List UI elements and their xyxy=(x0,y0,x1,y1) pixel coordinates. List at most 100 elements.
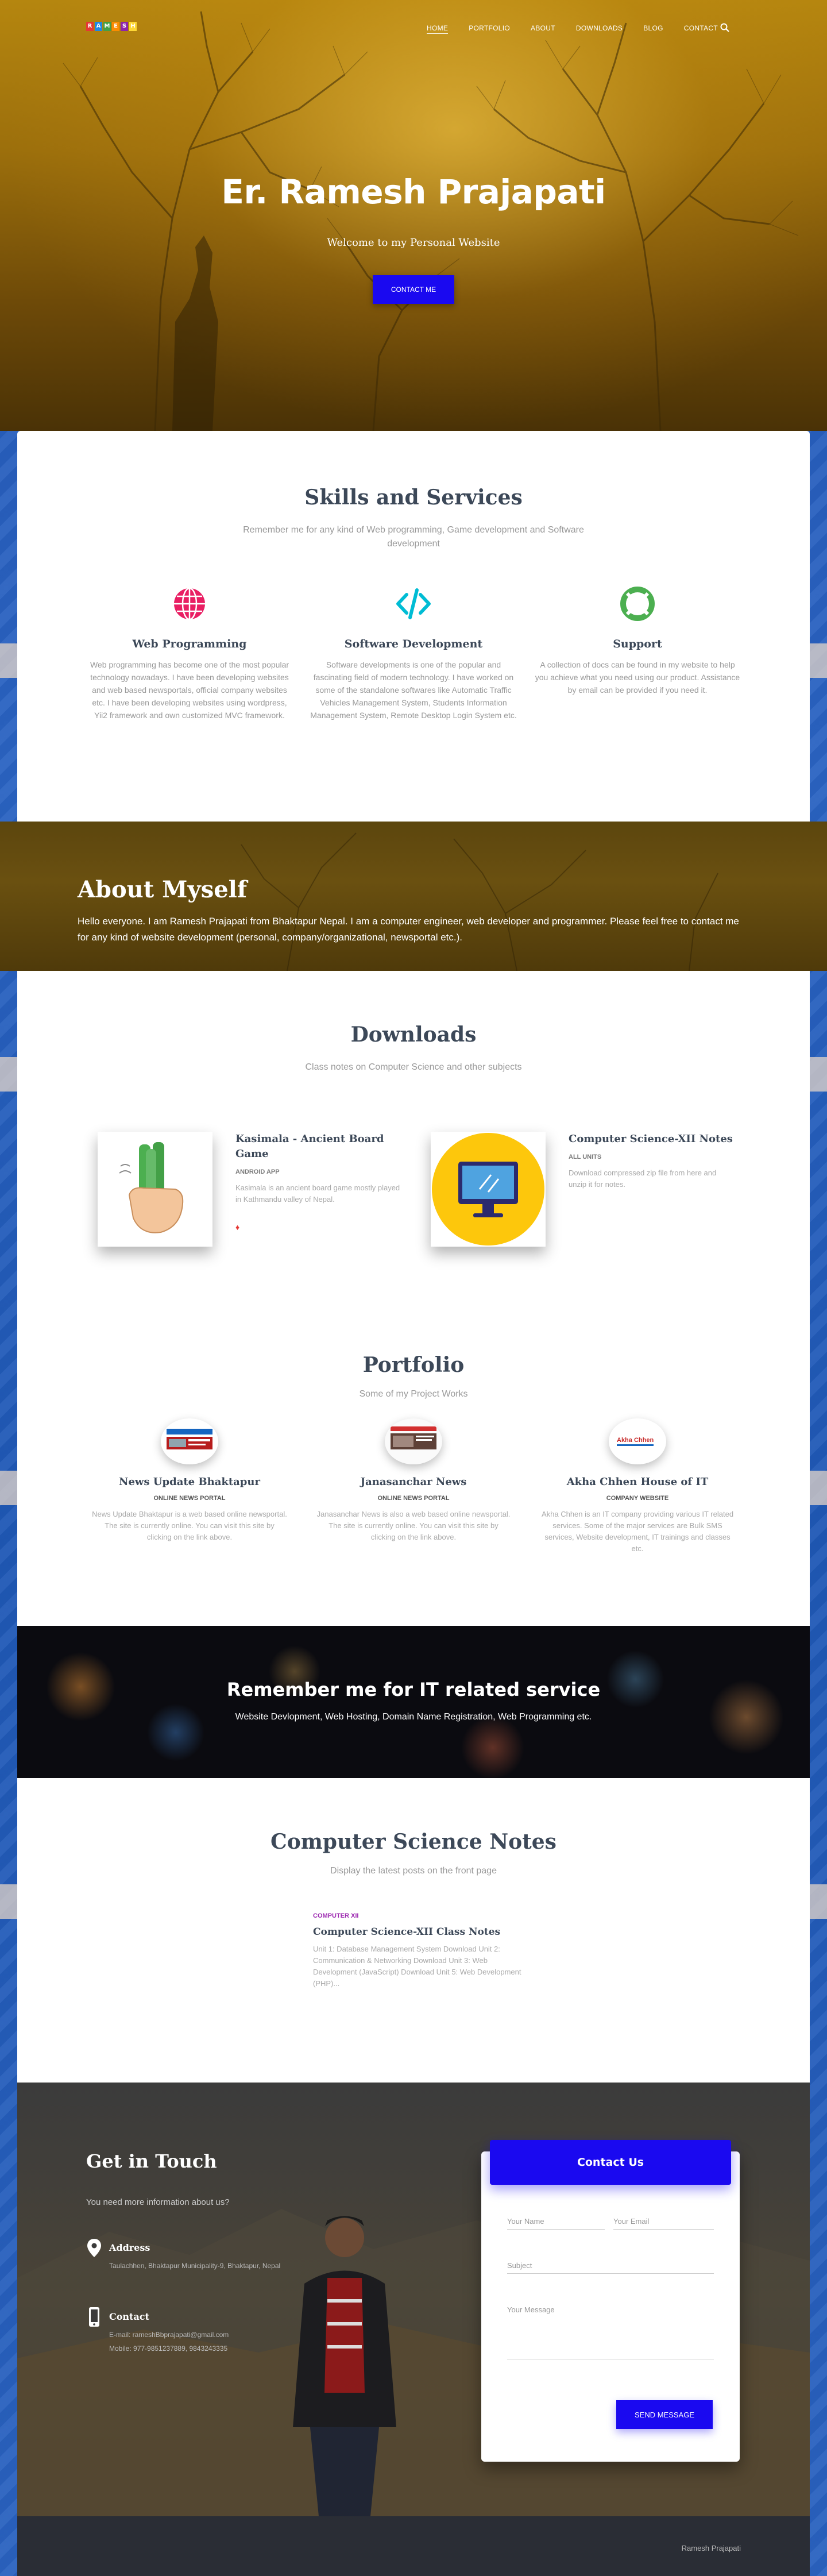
skill-item: Web Programming Web programming has beco… xyxy=(86,585,293,722)
message-field[interactable] xyxy=(507,2302,714,2359)
portfolio-category: Company Website xyxy=(606,1495,669,1502)
portfolio-item: Akha Chhen Akha Chhen House of IT Compan… xyxy=(534,1418,741,1555)
skills-list: Web Programming Web programming has beco… xyxy=(17,585,810,722)
portfolio-description: News Update Bhaktapur is a web based onl… xyxy=(92,1510,287,1541)
form-title: Contact Us xyxy=(490,2140,731,2185)
logo-letter: M xyxy=(103,22,111,31)
contact-email: E-mail: rameshBbprajapati@gmail.com xyxy=(109,2331,229,2339)
skill-description: Web programming has become one of the mo… xyxy=(90,660,289,720)
portfolio-title[interactable]: Janasanchar News xyxy=(310,1476,517,1488)
contact-subtitle: You need more information about us? xyxy=(86,2197,230,2207)
kasimala-image[interactable] xyxy=(98,1132,212,1247)
section-subtitle: Class notes on Computer Science and othe… xyxy=(305,1062,522,1072)
hero-subtitle: Welcome to my Personal Website xyxy=(327,237,500,249)
portfolio-category: Online News Portal xyxy=(377,1495,450,1502)
globe-icon xyxy=(174,587,205,620)
section-subtitle: Display the latest posts on the front pa… xyxy=(330,1866,497,1876)
skill-title: Software Development xyxy=(344,638,483,650)
download-item: Computer Science-XII Notes All Units Dow… xyxy=(431,1132,741,1247)
nav-item-downloads[interactable]: Downloads xyxy=(576,24,623,34)
nav-item-blog[interactable]: Blog xyxy=(643,24,663,34)
skill-description: A collection of docs can be found in my … xyxy=(535,660,740,695)
portfolio-list: News Update Bhaktapur Online News Portal… xyxy=(17,1418,810,1555)
skills-section: Skills and Services Remember me for any … xyxy=(17,431,810,822)
footer-credit: Ramesh Prajapati xyxy=(681,2544,741,2552)
portfolio-description: Janasanchar News is also a web based onl… xyxy=(316,1510,511,1541)
hand-with-sticks-icon xyxy=(119,1142,184,1233)
it-service-banner: Remember me for IT related service Websi… xyxy=(17,1626,810,1778)
portfolio-item: Janasanchar News Online News Portal Jana… xyxy=(310,1418,517,1555)
portfolio-title[interactable]: News Update Bhaktapur xyxy=(86,1476,293,1488)
downloads-list: Kasimala - Ancient Board Game Android Ap… xyxy=(98,1132,741,1247)
nav-item-home[interactable]: Home xyxy=(426,24,449,34)
downloads-section: Downloads Class notes on Computer Scienc… xyxy=(17,971,810,1316)
janasanchar-thumbnail[interactable] xyxy=(385,1418,442,1464)
nav-item-portfolio[interactable]: Portfolio xyxy=(469,24,510,34)
edge-decoration-left xyxy=(0,425,17,2149)
skill-title: Support xyxy=(613,638,662,650)
navbar: RAMESH Home Portfolio About Downloads Bl… xyxy=(0,0,827,57)
hero-content: Er. Ramesh Prajapati Welcome to my Perso… xyxy=(0,172,827,304)
section-subtitle: Remember me for any kind of Web programm… xyxy=(243,525,584,549)
logo-letter: S xyxy=(121,22,128,31)
nav-item-contact[interactable]: Contact xyxy=(684,24,718,34)
name-field[interactable] xyxy=(507,2213,605,2230)
post-category[interactable]: Computer XII xyxy=(313,1912,531,1919)
hero-header: RAMESH Home Portfolio About Downloads Bl… xyxy=(0,0,827,431)
about-text: Hello everyone. I am Ramesh Prajapati fr… xyxy=(78,916,739,943)
lifebuoy-icon xyxy=(620,587,655,621)
banner-title: Remember me for IT related service xyxy=(226,1679,601,1700)
post-title[interactable]: Computer Science-XII Class Notes xyxy=(313,1926,531,1938)
skill-title: Web Programming xyxy=(132,638,247,650)
portfolio-item: News Update Bhaktapur Online News Portal… xyxy=(86,1418,293,1555)
banner-text: Website Devlopment, Web Hosting, Domain … xyxy=(235,1712,592,1722)
portfolio-description: Akha Chhen is an IT company providing va… xyxy=(541,1510,734,1553)
nav-item-about[interactable]: About xyxy=(531,24,555,34)
skill-item: Software Development Software developmen… xyxy=(310,585,517,722)
hero-title: Er. Ramesh Prajapati xyxy=(221,172,606,211)
address-label: Address xyxy=(109,2242,150,2253)
download-item: Kasimala - Ancient Board Game Android Ap… xyxy=(98,1132,408,1247)
blog-post: Computer XII Computer Science-XII Class … xyxy=(313,1912,531,1989)
contact-title: Get in Touch xyxy=(86,2150,217,2172)
search-icon[interactable] xyxy=(720,23,729,32)
akha-chhen-thumbnail[interactable]: Akha Chhen xyxy=(609,1418,666,1464)
footer: Ramesh Prajapati xyxy=(17,2516,810,2576)
edge-decoration-right xyxy=(810,425,827,2149)
section-title: Skills and Services xyxy=(304,485,523,510)
download-info: Computer Science-XII Notes All Units Dow… xyxy=(569,1132,735,1247)
diamond-icon: ♦ xyxy=(235,1223,240,1232)
portfolio-category: Online News Portal xyxy=(153,1495,226,1502)
about-title: About Myself xyxy=(78,876,248,903)
phone-icon xyxy=(89,2307,99,2327)
cs-notes-image[interactable] xyxy=(431,1132,546,1247)
post-excerpt: Unit 1: Database Management System Downl… xyxy=(313,1945,521,1988)
email-field[interactable] xyxy=(613,2213,714,2230)
news-update-thumbnail[interactable] xyxy=(161,1418,218,1464)
address-text: Taulachhen, Bhaktapur Municipality-9, Bh… xyxy=(109,2262,281,2270)
portfolio-title[interactable]: Akha Chhen House of IT xyxy=(534,1476,741,1488)
contact-label: Contact xyxy=(109,2311,149,2322)
subject-field[interactable] xyxy=(507,2258,714,2274)
about-section: About Myself Hello everyone. I am Ramesh… xyxy=(0,822,827,971)
computer-monitor-icon xyxy=(432,1133,544,1245)
akha-chhen-logo: Akha Chhen xyxy=(617,1437,654,1446)
download-category: All Units xyxy=(569,1154,602,1160)
contact-me-button[interactable]: Contact me xyxy=(372,275,455,304)
download-title[interactable]: Kasimala - Ancient Board Game xyxy=(235,1132,402,1162)
skill-item: Support A collection of docs can be foun… xyxy=(534,585,741,722)
download-description: Kasimala is an ancient board game mostly… xyxy=(235,1183,400,1204)
logo-letter: A xyxy=(95,22,102,31)
download-category: Android App xyxy=(235,1169,280,1175)
logo-letter: R xyxy=(86,22,94,31)
logo-letter: E xyxy=(112,22,119,31)
section-title: Downloads xyxy=(350,1023,477,1047)
code-icon xyxy=(396,588,431,619)
nav-links: Home Portfolio About Downloads Blog Cont… xyxy=(426,24,718,34)
site-logo[interactable]: RAMESH xyxy=(86,22,137,31)
download-info: Kasimala - Ancient Board Game Android Ap… xyxy=(235,1132,402,1247)
send-message-button[interactable]: Send Message xyxy=(616,2400,713,2429)
download-title[interactable]: Computer Science-XII Notes xyxy=(569,1132,735,1147)
contact-form: Contact Us Send Message xyxy=(481,2140,740,2462)
map-pin-icon xyxy=(87,2239,101,2257)
